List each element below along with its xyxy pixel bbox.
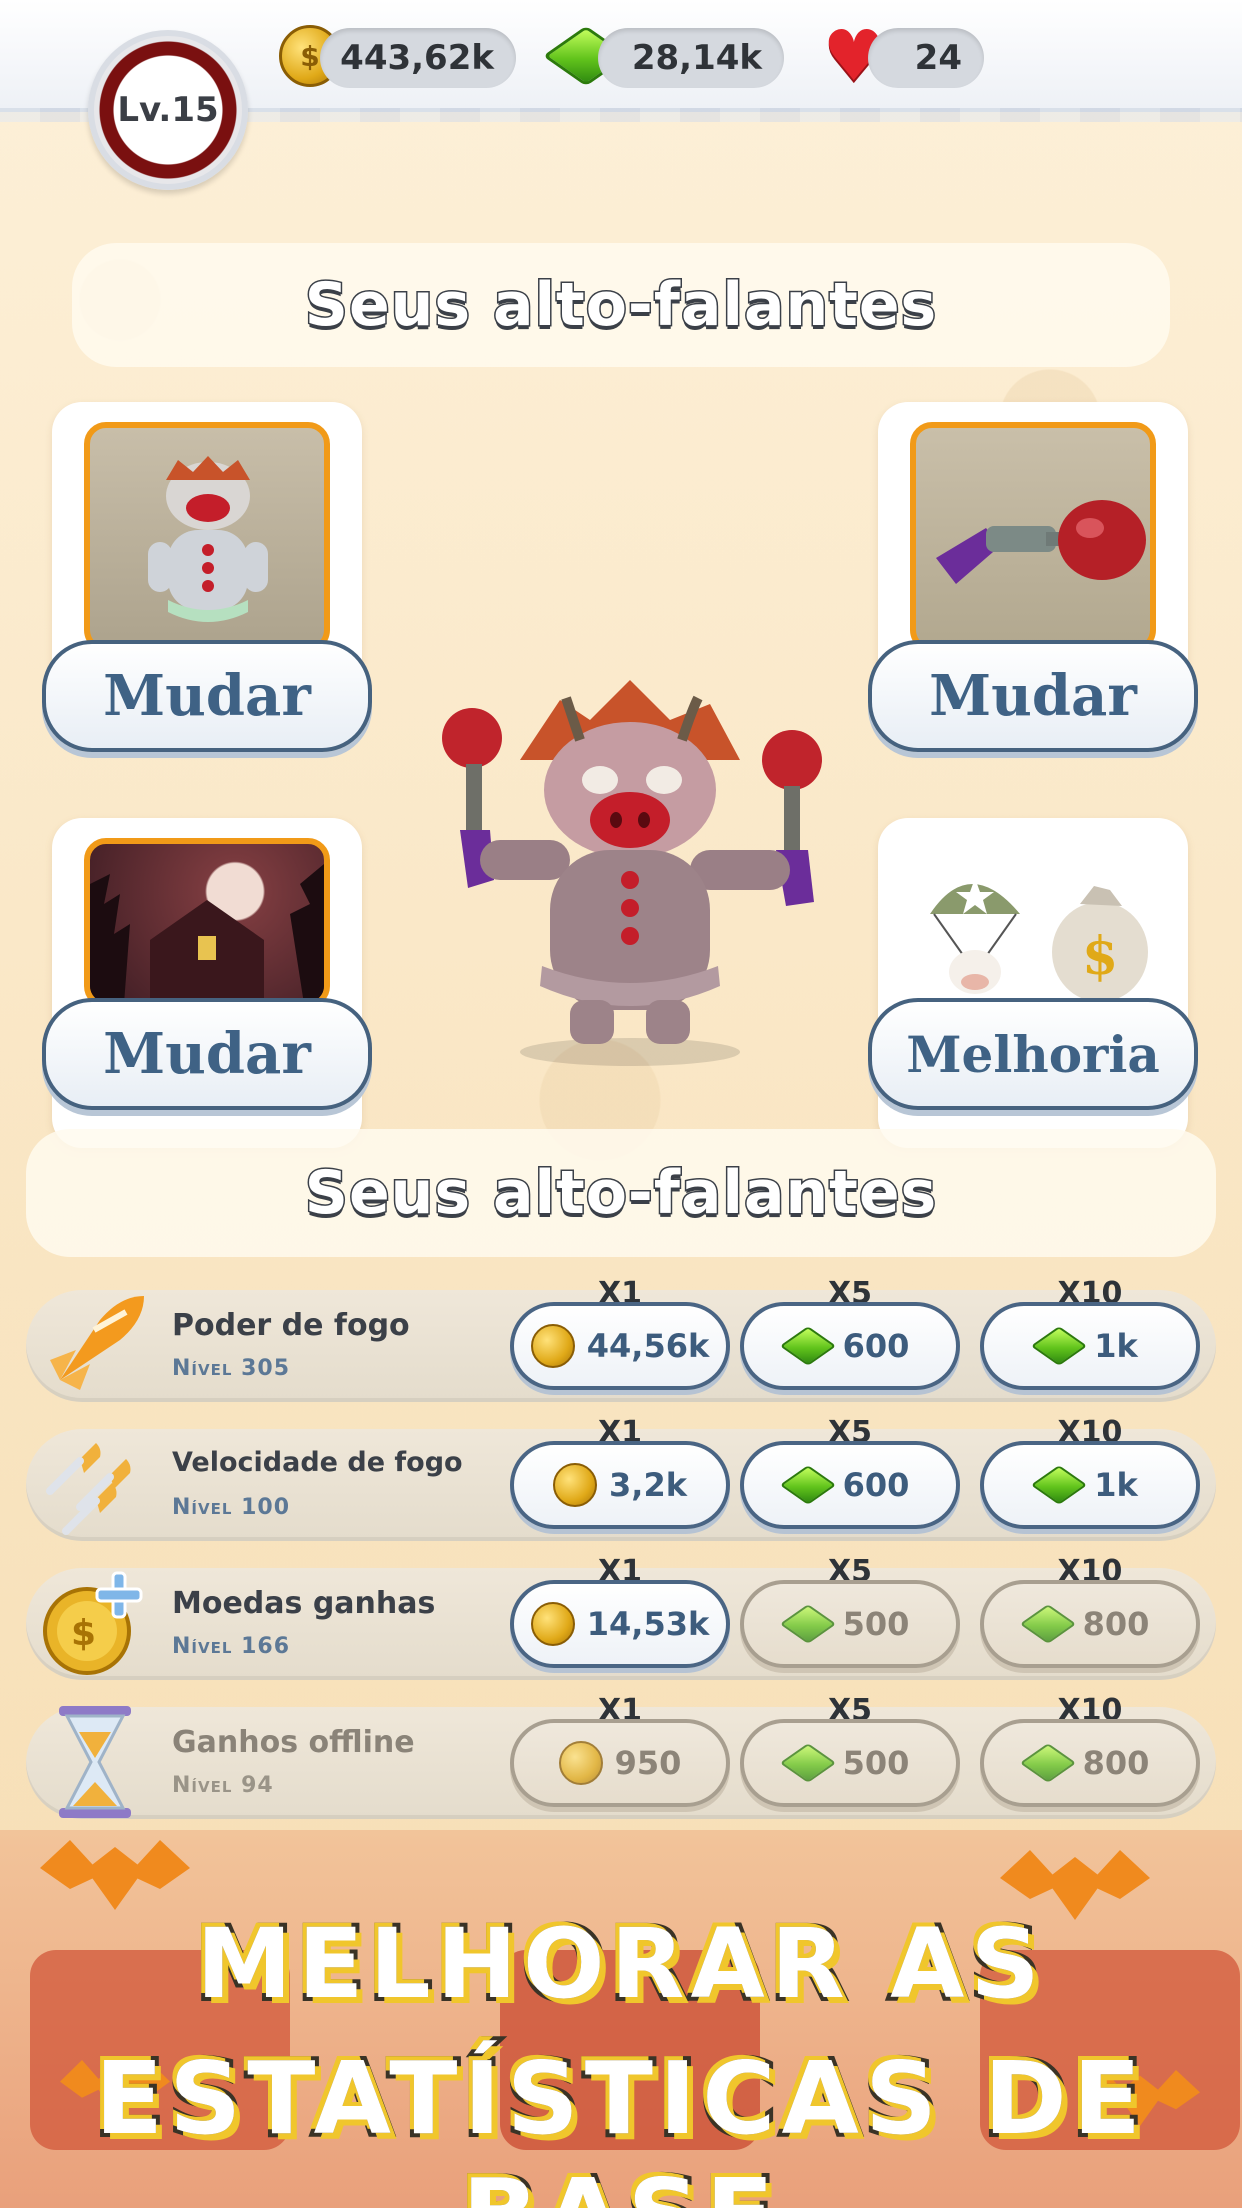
- gem-icon: [779, 1465, 836, 1505]
- promo-banner-line-1: MELHORAR AS: [192, 1904, 1046, 2024]
- upgrade-row-fire-rate: Velocidade de fogo Nível 100 X1 3,2k X5 …: [26, 1415, 1216, 1541]
- gem-icon: [1030, 1326, 1088, 1366]
- gem-icon: [1019, 1604, 1076, 1644]
- svg-text:$: $: [71, 1613, 96, 1654]
- upgrade-button[interactable]: Melhoria: [868, 998, 1198, 1110]
- upgrade-slot-bottom-right: $ Melhoria: [868, 818, 1198, 1148]
- upgrade-row-firepower: Poder de fogo Nível 305 X1 44,56k X5 600…: [26, 1276, 1216, 1402]
- upgrade-level: Nível 94: [172, 1773, 274, 1798]
- buy-x5-button[interactable]: 600: [740, 1441, 960, 1529]
- upgrade-row-offline-earnings: Ganhos offline Nível 94 X1 950 X5 500 X1…: [26, 1693, 1216, 1819]
- buy-x1-button[interactable]: 14,53k: [510, 1580, 730, 1668]
- change-button-bottom-left[interactable]: Mudar: [42, 998, 372, 1110]
- buy-x1-button[interactable]: 950: [510, 1719, 730, 1807]
- coin-icon: [530, 1324, 575, 1368]
- section-title-panel-2: Seus alto-falantes: [26, 1129, 1216, 1257]
- upgrade-row-coins-earned: $ Moedas ganhas Nível 166 X1 14,53k X5 5…: [26, 1554, 1216, 1680]
- coin-balance: 443,62k: [320, 28, 516, 88]
- level-badge[interactable]: Lv.15: [88, 30, 248, 190]
- clown-cow-icon: [84, 422, 330, 652]
- buy-x5-button[interactable]: 500: [740, 1719, 960, 1807]
- gem-icon: [779, 1604, 836, 1644]
- upgrade-level: Nível 100: [172, 1495, 291, 1520]
- level-label: Lv.15: [117, 90, 219, 130]
- upgrade-name: Moedas ganhas: [172, 1586, 436, 1621]
- buy-x5-button[interactable]: 500: [740, 1580, 960, 1668]
- skin-slot-bottom-left: Mudar: [42, 818, 372, 1148]
- buy-x1-button[interactable]: 3,2k: [510, 1441, 730, 1529]
- plunger-gun-icon: [910, 422, 1156, 652]
- promo-banner-line-2: ESTATÍSTICAS DE BASE: [91, 2036, 1148, 2208]
- change-button-top-right[interactable]: Mudar: [868, 640, 1198, 752]
- buy-x5-button[interactable]: 600: [740, 1302, 960, 1390]
- upgrade-level: Nível 166: [172, 1634, 291, 1659]
- hourglass-icon: [30, 1699, 160, 1825]
- parachute-supply-icon: $: [910, 838, 1156, 1008]
- section-title: Seus alto-falantes: [303, 269, 938, 342]
- coin-icon: [530, 1602, 575, 1646]
- bat-icon: [40, 1840, 190, 1910]
- gem-icon: [779, 1326, 836, 1366]
- gem-icon: [1030, 1465, 1088, 1505]
- section-title-panel: Seus alto-falantes: [72, 243, 1170, 367]
- upgrade-name: Poder de fogo: [172, 1308, 410, 1343]
- buy-x10-button[interactable]: 800: [980, 1719, 1200, 1807]
- coin-plus-icon: $: [30, 1560, 160, 1686]
- gem-balance: 28,14k: [598, 28, 784, 88]
- heart-balance: 24: [868, 28, 984, 88]
- gem-icon: [1019, 1743, 1076, 1783]
- upgrade-level: Nível 305: [172, 1356, 291, 1381]
- skin-slot-top-left: Mudar: [42, 402, 372, 752]
- haunted-house-icon: [84, 838, 330, 1008]
- upgrade-name: Ganhos offline: [172, 1725, 415, 1760]
- coin-icon: [553, 1463, 598, 1507]
- svg-text:$: $: [1082, 926, 1118, 987]
- bullets-icon: [30, 1421, 160, 1547]
- buy-x10-button[interactable]: 800: [980, 1580, 1200, 1668]
- change-button-top-left[interactable]: Mudar: [42, 640, 372, 752]
- skin-slot-top-right: Mudar: [868, 402, 1198, 752]
- buy-x10-button[interactable]: 1k: [980, 1441, 1200, 1529]
- section-title-2: Seus alto-falantes: [303, 1157, 938, 1230]
- clown-cow-character: [442, 680, 822, 1066]
- upgrade-name: Velocidade de fogo: [172, 1447, 463, 1478]
- gem-icon: [779, 1743, 836, 1783]
- coin-icon: [558, 1741, 603, 1785]
- rocket-icon: [30, 1282, 160, 1408]
- buy-x1-button[interactable]: 44,56k: [510, 1302, 730, 1390]
- buy-x10-button[interactable]: 1k: [980, 1302, 1200, 1390]
